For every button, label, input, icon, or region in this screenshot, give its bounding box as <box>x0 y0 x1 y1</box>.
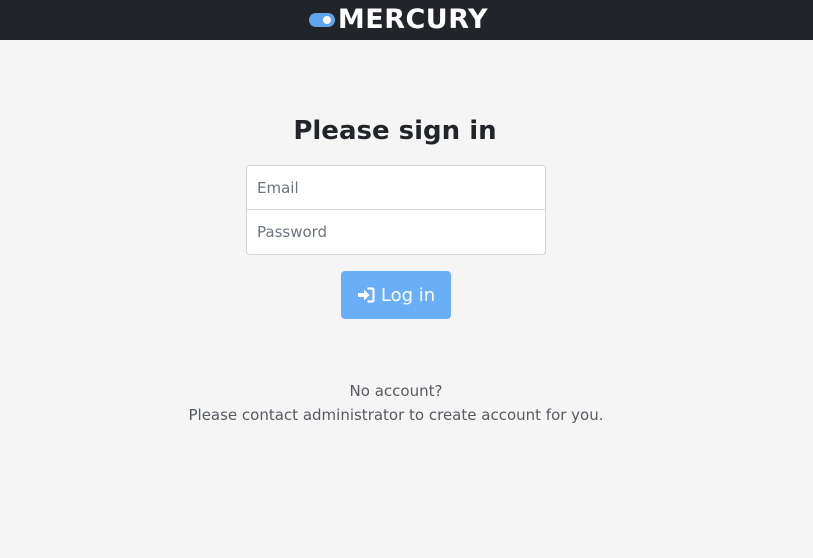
top-navbar: MERCURY <box>0 0 813 40</box>
login-form <box>246 165 546 255</box>
login-button[interactable]: Log in <box>341 271 451 319</box>
toggle-icon <box>308 13 335 27</box>
sign-in-icon <box>357 287 375 303</box>
brand-logo[interactable]: MERCURY <box>308 0 489 40</box>
main-content: Please sign in Log in No account? Please… <box>0 40 813 558</box>
no-account-text: No account? <box>349 382 443 400</box>
email-input[interactable] <box>246 165 546 210</box>
password-input[interactable] <box>246 210 546 255</box>
brand-name: MERCURY <box>337 4 489 35</box>
login-button-label: Log in <box>380 284 436 306</box>
contact-admin-text: Please contact administrator to create a… <box>188 406 604 424</box>
page-title: Please sign in <box>293 116 497 146</box>
